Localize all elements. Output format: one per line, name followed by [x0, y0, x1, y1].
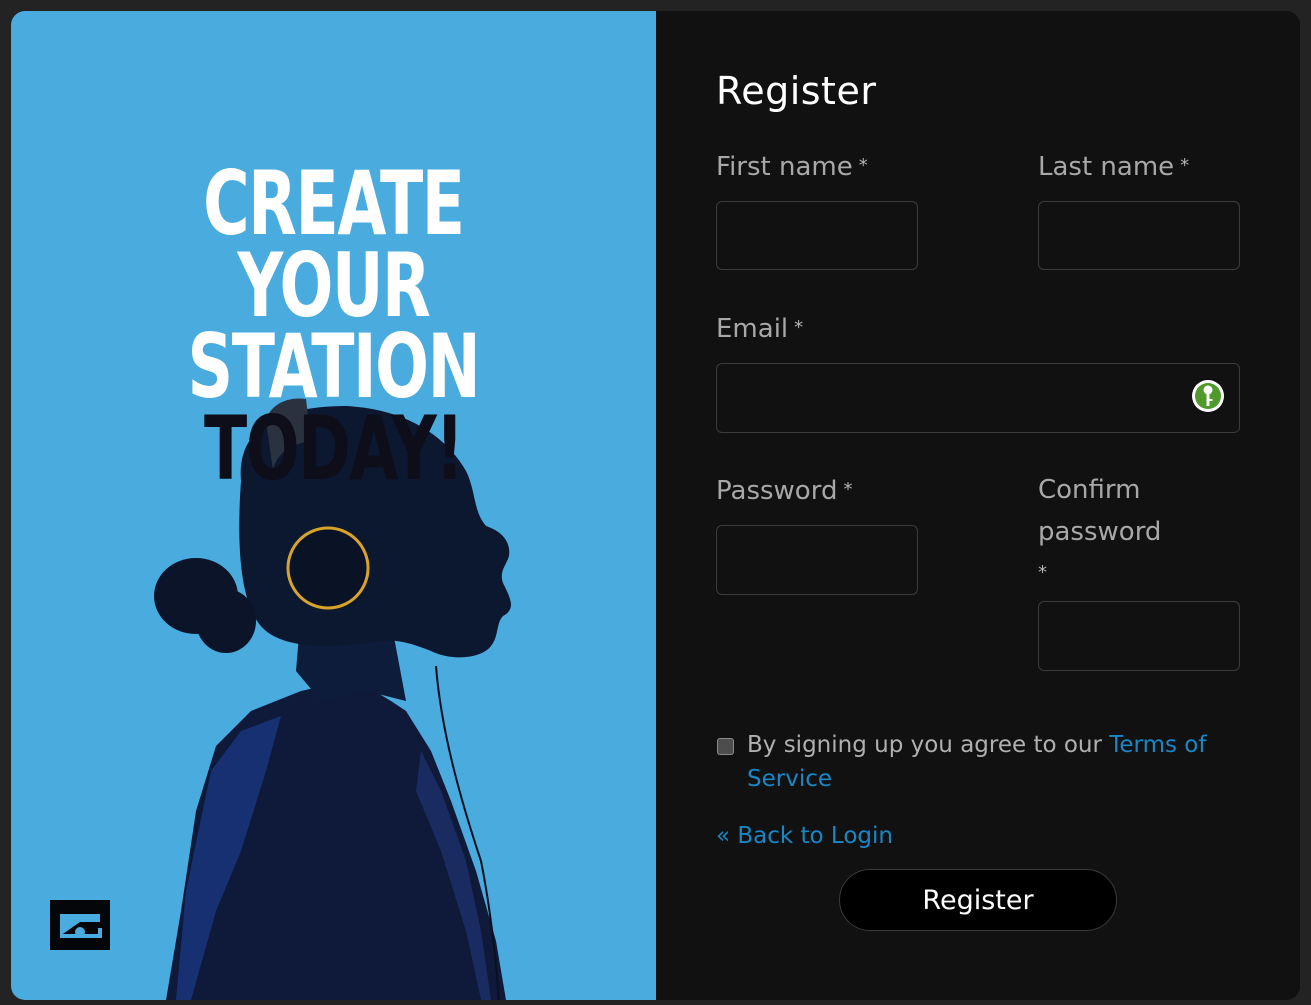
- headline-line-2: STATION: [187, 315, 481, 418]
- terms-agreement-text: By signing up you agree to our Terms of S…: [747, 728, 1247, 796]
- register-button[interactable]: Register: [839, 869, 1117, 931]
- required-mark: *: [843, 479, 853, 500]
- password-label: Password *: [716, 469, 852, 512]
- terms-link-line1[interactable]: Terms of: [1109, 732, 1206, 758]
- password-manager-key-icon[interactable]: [1191, 379, 1225, 413]
- last-name-input[interactable]: [1038, 201, 1240, 270]
- required-mark: *: [858, 155, 868, 176]
- back-to-login-link[interactable]: « Back to Login: [716, 819, 893, 853]
- headline-line-3: TODAY!: [203, 397, 464, 500]
- first-name-label-text: First name: [716, 152, 853, 182]
- terms-text: By signing up you agree to our: [747, 732, 1110, 758]
- confirm-password-label: Confirm password *: [1038, 469, 1161, 595]
- password-label-text: Password: [716, 476, 838, 506]
- first-name-label: First name *: [716, 145, 868, 188]
- required-mark: *: [794, 317, 804, 338]
- headline-line-1: CREATE YOUR: [203, 152, 465, 337]
- confirm-password-label-line1: Confirm: [1038, 475, 1141, 505]
- form-title: Register: [716, 69, 877, 113]
- first-name-input[interactable]: [716, 201, 918, 270]
- register-form-panel: Register First name * Last name * Email * P…: [656, 11, 1300, 1000]
- required-mark: *: [1180, 155, 1190, 176]
- last-name-label: Last name *: [1038, 145, 1189, 188]
- hero-panel: CREATE YOUR STATION TODAY!: [11, 11, 656, 1000]
- register-dialog: CREATE YOUR STATION TODAY! Register Firs…: [11, 11, 1300, 1000]
- brand-logo-icon: [50, 900, 110, 950]
- terms-checkbox[interactable]: [717, 738, 734, 755]
- email-input[interactable]: [716, 363, 1240, 433]
- email-label-text: Email: [716, 314, 789, 344]
- email-label: Email *: [716, 307, 803, 350]
- confirm-password-label-line2: password: [1038, 517, 1162, 547]
- terms-link-line2[interactable]: Service: [747, 766, 832, 792]
- last-name-label-text: Last name: [1038, 152, 1175, 182]
- password-input[interactable]: [716, 525, 918, 595]
- hero-headline: CREATE YOUR STATION TODAY!: [101, 152, 565, 500]
- required-mark: *: [1038, 562, 1047, 583]
- confirm-password-input[interactable]: [1038, 601, 1240, 671]
